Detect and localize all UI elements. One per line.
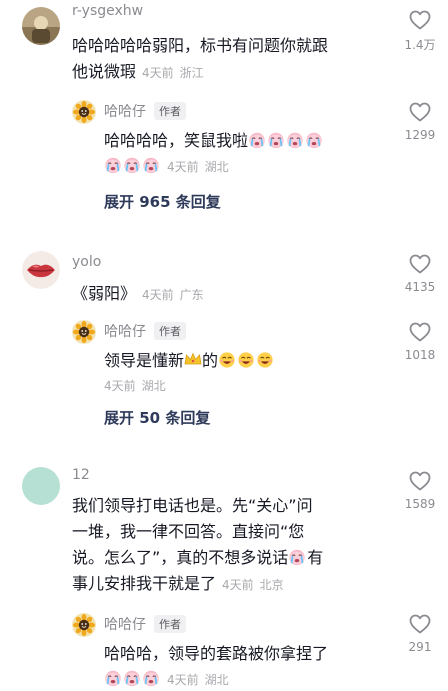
reply-text-line: 哈哈哈哈，笑鼠我啦 [104,131,249,150]
crying-face-icon [305,131,323,149]
comment-item: yolo 《弱阳》 4天前 广东 4135 哈哈仔 作者 领导是懂新的 4天前 湖北 1… [0,240,448,445]
like-button[interactable]: 1018 [404,320,436,362]
reply-username-row: 哈哈仔 作者 [104,321,186,341]
comment-text: 事儿安排我干就是了 4天前 北京 [72,571,284,598]
reply-text: 领导是懂新的 [104,348,275,373]
comment-time: 4天前 [142,66,174,80]
reply-time: 4天前 [104,379,136,393]
author-avatar[interactable] [72,613,96,637]
comment-text-line: 有 [307,548,324,567]
reply-text-line: 哈哈哈，领导的套路被你拿捏了 [104,644,329,663]
reply-text: 哈哈哈哈，笑鼠我啦 [104,128,324,153]
reply-text-line: 领导是懂新 [104,351,185,370]
sunflower-icon [72,100,96,124]
reply-time: 4天前 [167,673,199,687]
expand-replies-button[interactable]: 展开 965 条回复 [104,191,221,212]
user-avatar[interactable] [22,467,60,505]
heart-icon [408,8,432,32]
crying-face-icon [142,669,160,687]
heart-icon [408,320,432,344]
comment-text-line: 事儿安排我干就是了 [72,574,217,593]
reply-location: 湖北 [204,160,229,174]
comment-text: 他说微瑕 4天前 浙江 [72,59,204,86]
sunflower-icon [72,613,96,637]
comment-username[interactable]: r-ysgexhw [72,3,143,19]
like-button[interactable]: 1589 [404,469,436,511]
comment-location: 广东 [179,288,204,302]
like-button[interactable]: 291 [404,612,436,654]
reply-location: 湖北 [204,673,229,687]
comment-text-line: 一堆，我一律不回答。直接问“您 [72,522,305,541]
reply-text: 4天前 湖北 [104,153,229,180]
reply-username[interactable]: 哈哈仔 [104,617,146,633]
comment-text-line: 《弱阳》 [72,284,137,303]
reply-meta: 4天前 湖北 [104,377,166,394]
crying-face-icon [288,548,306,566]
reply-text: 4天前 湖北 [104,666,229,691]
crying-face-icon [248,131,266,149]
reply-username-row: 哈哈仔 作者 [104,101,186,121]
crying-face-icon [123,669,141,687]
crying-face-icon [123,156,141,174]
author-avatar[interactable] [72,100,96,124]
comment-location: 北京 [259,578,284,592]
comment-text-line: 说。怎么了”，真的不想多说话 [72,548,289,567]
comment-time: 4天前 [142,288,174,302]
comment-username[interactable]: yolo [72,254,101,270]
user-avatar[interactable] [22,7,60,45]
author-badge: 作者 [154,102,186,120]
comment-item: 12 我们领导打电话也是。先“关心”问 一堆，我一律不回答。直接问“您 说。怎么… [0,445,448,691]
heart-icon [408,469,432,493]
crying-face-icon [142,156,160,174]
heart-icon [408,100,432,124]
comment-item: r-ysgexhw 哈哈哈哈哈弱阳，标书有问题你就跟 他说微瑕 4天前 浙江 1.4… [0,0,448,240]
like-count: 1589 [404,497,436,511]
comment-text-line: 我们领导打电话也是。先“关心”问 [72,496,313,515]
comment-text: 我们领导打电话也是。先“关心”问 [72,493,313,518]
comment-text: 一堆，我一律不回答。直接问“您 [72,519,304,544]
heart-icon [408,252,432,276]
laughing-face-icon [256,351,274,369]
author-badge: 作者 [154,322,186,340]
comment-text: 哈哈哈哈哈弱阳，标书有问题你就跟 [72,33,328,58]
like-button[interactable]: 1299 [404,100,436,142]
laughing-face-icon [218,351,236,369]
reply-text-line: 的 [202,351,219,370]
like-button[interactable]: 4135 [404,252,436,294]
like-count: 1.4万 [404,38,436,52]
crying-face-icon [286,131,304,149]
comment-text: 《弱阳》 4天前 广东 [72,281,204,308]
comment-username[interactable]: 12 [72,467,90,483]
like-count: 1299 [404,128,436,142]
author-avatar[interactable] [72,320,96,344]
laughing-face-icon [237,351,255,369]
crown-icon [184,352,202,365]
reply-location: 湖北 [141,379,166,393]
crying-face-icon [104,669,122,687]
comment-location: 浙江 [179,66,204,80]
reply-username[interactable]: 哈哈仔 [104,324,146,340]
comment-text-line: 他说微瑕 [72,62,137,81]
author-badge: 作者 [154,615,186,633]
crying-face-icon [104,156,122,174]
comment-text-line: 哈哈哈哈哈弱阳，标书有问题你就跟 [72,36,329,55]
comment-time: 4天前 [222,578,254,592]
expand-replies-button[interactable]: 展开 50 条回复 [104,407,210,428]
comment-text: 说。怎么了”，真的不想多说话有 [72,545,323,570]
like-button[interactable]: 1.4万 [404,8,436,53]
crying-face-icon [267,131,285,149]
like-count: 1018 [404,348,436,362]
reply-text: 哈哈哈，领导的套路被你拿捏了 [104,641,328,666]
user-avatar[interactable] [22,251,60,289]
reply-time: 4天前 [167,160,199,174]
like-count: 4135 [404,280,436,294]
sunflower-icon [72,320,96,344]
reply-username-row: 哈哈仔 作者 [104,614,186,634]
reply-username[interactable]: 哈哈仔 [104,104,146,120]
like-count: 291 [408,640,432,654]
heart-icon [408,612,432,636]
